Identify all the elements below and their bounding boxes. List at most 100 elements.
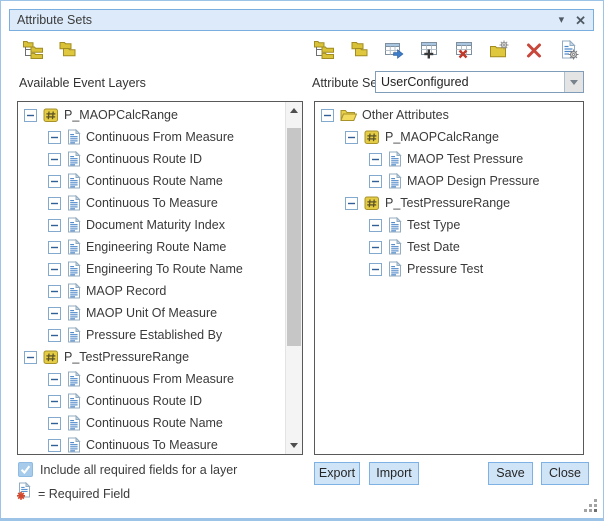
field-icon bbox=[388, 173, 402, 189]
tree-item-label[interactable]: Continuous Route ID bbox=[86, 394, 202, 408]
tree-item-label[interactable]: Engineering Route Name bbox=[86, 240, 226, 254]
scroll-down-button[interactable] bbox=[286, 438, 302, 453]
collapse-expander-icon[interactable] bbox=[48, 373, 61, 386]
tree-row[interactable]: P_MAOPCalcRange bbox=[18, 104, 284, 126]
delete-icon[interactable] bbox=[524, 40, 544, 60]
scrollbar-thumb[interactable] bbox=[287, 128, 301, 346]
tree-row[interactable]: Continuous Route ID bbox=[18, 390, 284, 412]
tree-row[interactable]: MAOP Design Pressure bbox=[315, 170, 583, 192]
scroll-up-button[interactable] bbox=[286, 103, 302, 118]
tree-item-label[interactable]: Continuous From Measure bbox=[86, 130, 234, 144]
tree-row[interactable]: MAOP Test Pressure bbox=[315, 148, 583, 170]
tree-item-label[interactable]: Continuous Route Name bbox=[86, 416, 223, 430]
field-icon bbox=[67, 239, 81, 255]
tree-row[interactable]: Pressure Test bbox=[315, 258, 583, 280]
open-attribute-set-folders-icon[interactable] bbox=[57, 40, 77, 60]
add-table-icon[interactable] bbox=[419, 40, 439, 60]
tree-item-label[interactable]: Other Attributes bbox=[362, 108, 449, 122]
tree-row[interactable]: Continuous From Measure bbox=[18, 126, 284, 148]
field-icon bbox=[67, 327, 81, 343]
include-required-fields-checkbox[interactable] bbox=[18, 462, 33, 477]
tree-item-label[interactable]: Test Date bbox=[407, 240, 460, 254]
tree-row[interactable]: Engineering To Route Name bbox=[18, 258, 284, 280]
tree-row[interactable]: Document Maturity Index bbox=[18, 214, 284, 236]
tree-row[interactable]: MAOP Unit Of Measure bbox=[18, 302, 284, 324]
open-attribute-set-folders-icon[interactable] bbox=[349, 40, 369, 60]
panel-menu-icon[interactable]: ▾ bbox=[559, 15, 565, 26]
close-icon[interactable]: ✕ bbox=[575, 14, 586, 27]
tree-item-label[interactable]: P_MAOPCalcRange bbox=[64, 108, 178, 122]
tree-row[interactable]: Test Type bbox=[315, 214, 583, 236]
resize-grip[interactable] bbox=[584, 499, 598, 513]
document-settings-icon[interactable] bbox=[559, 40, 579, 60]
tree-row[interactable]: P_TestPressureRange bbox=[18, 346, 284, 368]
tree-row[interactable]: Continuous Route Name bbox=[18, 412, 284, 434]
tree-item-label[interactable]: P_TestPressureRange bbox=[385, 196, 510, 210]
tree-item-label[interactable]: P_TestPressureRange bbox=[64, 350, 189, 364]
tree-row[interactable]: P_MAOPCalcRange bbox=[315, 126, 583, 148]
collapse-expander-icon[interactable] bbox=[369, 153, 382, 166]
collapse-expander-icon[interactable] bbox=[48, 307, 61, 320]
collapse-expander-icon[interactable] bbox=[48, 285, 61, 298]
collapse-expander-icon[interactable] bbox=[369, 263, 382, 276]
add-attribute-set-tree-icon[interactable] bbox=[23, 40, 43, 60]
tree-row[interactable]: Engineering Route Name bbox=[18, 236, 284, 258]
attribute-set-combobox[interactable]: UserConfigured bbox=[375, 71, 584, 93]
close-button[interactable]: Close bbox=[541, 462, 589, 485]
collapse-expander-icon[interactable] bbox=[48, 439, 61, 452]
tree-row[interactable]: Continuous To Measure bbox=[18, 434, 284, 454]
collapse-expander-icon[interactable] bbox=[48, 263, 61, 276]
collapse-expander-icon[interactable] bbox=[345, 197, 358, 210]
save-button[interactable]: Save bbox=[488, 462, 533, 485]
tree-item-label[interactable]: MAOP Record bbox=[86, 284, 166, 298]
tree-item-label[interactable]: P_MAOPCalcRange bbox=[385, 130, 499, 144]
collapse-expander-icon[interactable] bbox=[369, 175, 382, 188]
collapse-expander-icon[interactable] bbox=[369, 219, 382, 232]
vertical-scrollbar[interactable] bbox=[285, 102, 302, 454]
collapse-expander-icon[interactable] bbox=[48, 395, 61, 408]
folder-settings-icon[interactable] bbox=[489, 40, 509, 60]
collapse-expander-icon[interactable] bbox=[48, 417, 61, 430]
tree-row[interactable]: MAOP Record bbox=[18, 280, 284, 302]
collapse-expander-icon[interactable] bbox=[48, 153, 61, 166]
tree-item-label[interactable]: Test Type bbox=[407, 218, 460, 232]
tree-row[interactable]: Continuous Route Name bbox=[18, 170, 284, 192]
tree-item-label[interactable]: MAOP Test Pressure bbox=[407, 152, 523, 166]
tree-row[interactable]: Test Date bbox=[315, 236, 583, 258]
collapse-expander-icon[interactable] bbox=[321, 109, 334, 122]
tree-item-label[interactable]: MAOP Unit Of Measure bbox=[86, 306, 217, 320]
collapse-expander-icon[interactable] bbox=[48, 131, 61, 144]
tree-item-label[interactable]: Engineering To Route Name bbox=[86, 262, 243, 276]
title-bar: Attribute Sets ▾ ✕ bbox=[9, 9, 594, 31]
remove-table-icon[interactable] bbox=[454, 40, 474, 60]
tree-item-label[interactable]: MAOP Design Pressure bbox=[407, 174, 539, 188]
collapse-expander-icon[interactable] bbox=[48, 197, 61, 210]
add-attribute-set-tree-icon[interactable] bbox=[314, 40, 334, 60]
collapse-expander-icon[interactable] bbox=[369, 241, 382, 254]
tree-row[interactable]: P_TestPressureRange bbox=[315, 192, 583, 214]
combobox-dropdown-button[interactable] bbox=[564, 72, 583, 92]
collapse-expander-icon[interactable] bbox=[24, 351, 37, 364]
tree-item-label[interactable]: Pressure Established By bbox=[86, 328, 222, 342]
import-button[interactable]: Import bbox=[369, 462, 419, 485]
collapse-expander-icon[interactable] bbox=[48, 219, 61, 232]
collapse-expander-icon[interactable] bbox=[48, 329, 61, 342]
collapse-expander-icon[interactable] bbox=[345, 131, 358, 144]
collapse-expander-icon[interactable] bbox=[48, 241, 61, 254]
tree-item-label[interactable]: Continuous To Measure bbox=[86, 196, 218, 210]
tree-item-label[interactable]: Continuous Route ID bbox=[86, 152, 202, 166]
collapse-expander-icon[interactable] bbox=[48, 175, 61, 188]
collapse-expander-icon[interactable] bbox=[24, 109, 37, 122]
tree-row[interactable]: Continuous Route ID bbox=[18, 148, 284, 170]
export-button[interactable]: Export bbox=[314, 462, 360, 485]
export-table-icon[interactable] bbox=[384, 40, 404, 60]
tree-item-label[interactable]: Continuous To Measure bbox=[86, 438, 218, 452]
tree-row[interactable]: Other Attributes bbox=[315, 104, 583, 126]
tree-item-label[interactable]: Document Maturity Index bbox=[86, 218, 225, 232]
tree-item-label[interactable]: Pressure Test bbox=[407, 262, 483, 276]
tree-row[interactable]: Pressure Established By bbox=[18, 324, 284, 346]
tree-item-label[interactable]: Continuous Route Name bbox=[86, 174, 223, 188]
tree-row[interactable]: Continuous To Measure bbox=[18, 192, 284, 214]
tree-row[interactable]: Continuous From Measure bbox=[18, 368, 284, 390]
tree-item-label[interactable]: Continuous From Measure bbox=[86, 372, 234, 386]
